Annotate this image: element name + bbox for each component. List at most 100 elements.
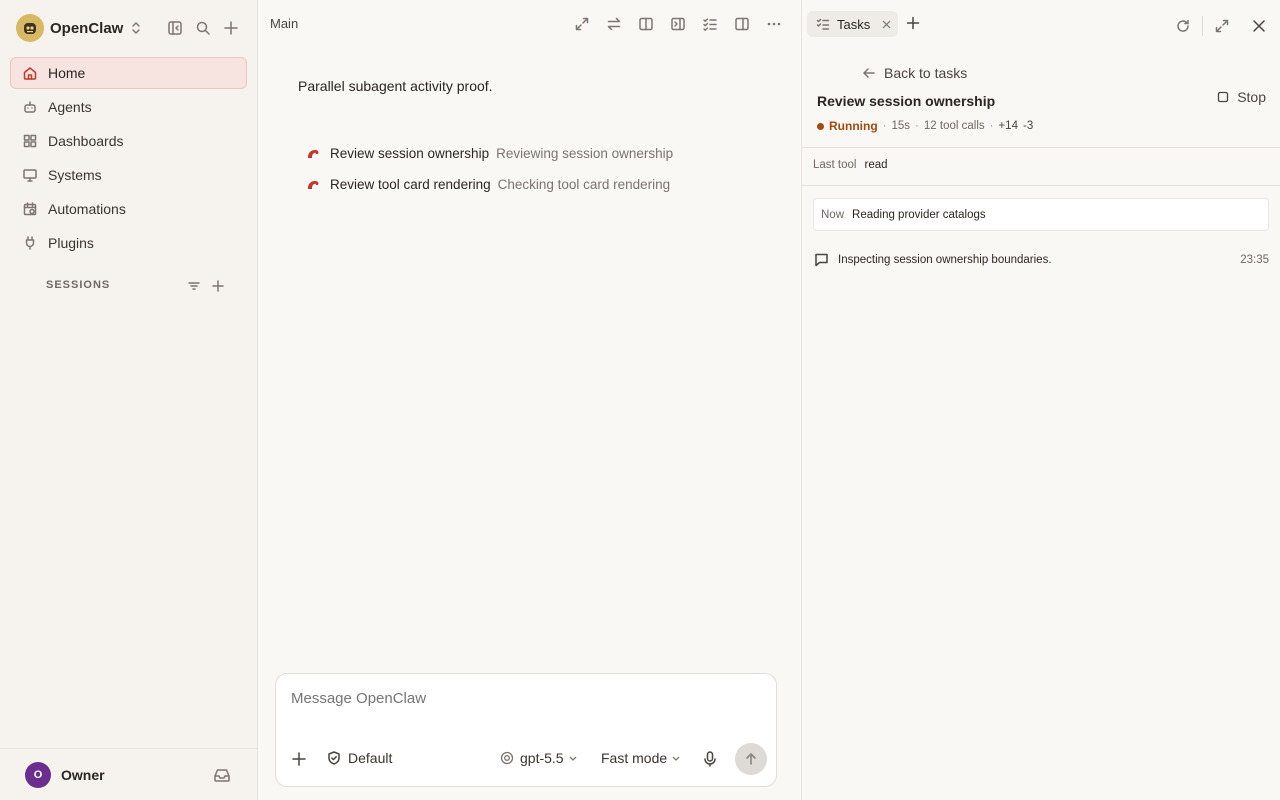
tool-call-count: 12 tool calls [923,120,985,132]
monitor-icon [22,167,38,183]
subagent-list: Review session ownership Reviewing sessi… [306,138,673,200]
last-tool: Last tool read [813,159,888,171]
close-panel-icon[interactable] [1252,19,1266,33]
tab-tasks[interactable]: Tasks [807,11,898,37]
now-status: Now Reading provider catalogs [813,198,1269,231]
running-dot-icon [817,122,824,130]
permission-selector[interactable]: Default [326,750,392,766]
claw-icon [306,147,320,161]
model-selector[interactable]: gpt-5.5 [500,750,578,766]
openclaw-logo-icon [16,14,44,42]
lines-added: +14 [998,120,1018,132]
sidebar-item-automations[interactable]: Automations [10,193,247,225]
add-tab-icon[interactable] [906,16,920,30]
sidebar-item-agents[interactable]: Agents [10,91,247,123]
subagent-row[interactable]: Review tool card rendering Checking tool… [306,169,673,200]
chevron-down-icon [672,756,680,761]
subagent-name: Review session ownership [330,146,490,161]
refresh-icon[interactable] [1175,18,1191,34]
divider [802,147,1280,148]
expand-panel-icon[interactable] [1214,18,1230,34]
tasks-icon[interactable] [701,15,719,33]
plug-icon [22,235,38,251]
sidebar: OpenClaw Home Agents Dashboards Systems … [0,0,258,800]
sidebar-nav: Home Agents Dashboards Systems Automatio… [10,57,247,261]
message-input[interactable] [291,690,761,707]
model-icon [500,751,514,765]
message-icon [815,253,828,267]
model-label: gpt-5.5 [520,750,564,766]
sidebar-item-plugins[interactable]: Plugins [10,227,247,259]
swap-icon[interactable] [605,15,623,33]
sidebar-item-home[interactable]: Home [10,57,247,89]
mode-selector[interactable]: Fast mode [601,750,681,766]
dashboards-icon [22,133,38,149]
chat-title: Main [270,16,299,31]
subagent-name: Review tool card rendering [330,177,491,192]
arrow-up-icon [746,753,756,765]
app-name: OpenClaw [50,19,124,37]
permission-label: Default [348,750,393,766]
activity-event: Inspecting session ownership boundaries.… [814,252,1269,267]
columns-icon[interactable] [733,15,751,33]
stop-square-icon [1218,91,1229,103]
inbox-icon[interactable] [213,767,231,783]
stop-button[interactable]: Stop [1217,89,1266,105]
automations-icon [22,201,38,217]
message-text: Parallel subagent activity proof. [298,78,493,94]
sidebar-item-label: Home [48,65,86,81]
sidebar-item-dashboards[interactable]: Dashboards [10,125,247,157]
subagent-status: Checking tool card rendering [497,177,671,192]
last-tool-label: Last tool [813,159,857,171]
tab-label: Tasks [837,16,871,32]
subagent-status: Reviewing session ownership [496,146,674,161]
side-panel-icon[interactable] [669,15,687,33]
attach-plus-icon[interactable] [290,750,308,768]
filter-icon[interactable] [187,279,201,293]
collapse-sidebar-icon[interactable] [166,19,184,37]
subagent-row[interactable]: Review session ownership Reviewing sessi… [306,138,673,169]
add-session-icon[interactable] [211,279,225,293]
sessions-header: SESSIONS [46,279,111,291]
new-chat-icon[interactable] [222,19,240,37]
composer: Default gpt-5.5 Fast mode [275,673,777,787]
event-time: 23:35 [1240,253,1269,266]
divider [802,185,1280,186]
sidebar-item-label: Systems [48,167,102,183]
toolbar-divider [1202,16,1203,36]
microphone-icon[interactable] [702,750,718,768]
more-icon[interactable] [765,15,783,33]
sidebar-item-systems[interactable]: Systems [10,159,247,191]
tasks-panel: Tasks Back to tasks Review session owner… [801,0,1280,800]
status-badge: Running [829,119,878,133]
split-view-icon[interactable] [637,15,655,33]
search-icon[interactable] [194,19,212,37]
user-footer: O Owner [0,748,257,800]
claw-icon [306,178,320,192]
home-icon [22,65,38,81]
send-button[interactable] [735,743,767,775]
updown-chevron-icon [131,21,141,35]
main-chat: Main Parallel subagent activity proof. R… [258,0,801,800]
stop-label: Stop [1237,89,1266,105]
agents-icon [22,99,38,115]
workspace-switcher[interactable]: OpenClaw [16,14,141,42]
tasks-icon [816,18,830,30]
mode-label: Fast mode [601,750,668,766]
task-title: Review session ownership [817,93,996,109]
sidebar-item-label: Automations [48,201,126,217]
duration: 15s [891,120,911,132]
close-tab-icon[interactable] [882,20,891,29]
back-label: Back to tasks [884,65,968,81]
expand-icon[interactable] [573,15,591,33]
back-to-tasks-link[interactable]: Back to tasks [862,65,967,81]
task-meta: Running · 15s · 12 tool calls · +14 -3 [817,119,1033,133]
last-tool-value: read [864,159,888,171]
shield-check-icon [328,751,340,765]
arrow-left-icon [863,68,875,78]
chevron-down-icon [569,756,577,761]
sidebar-item-label: Plugins [48,235,94,251]
user-name[interactable]: Owner [61,767,105,783]
avatar[interactable]: O [25,761,51,788]
sidebar-item-label: Agents [48,99,92,115]
